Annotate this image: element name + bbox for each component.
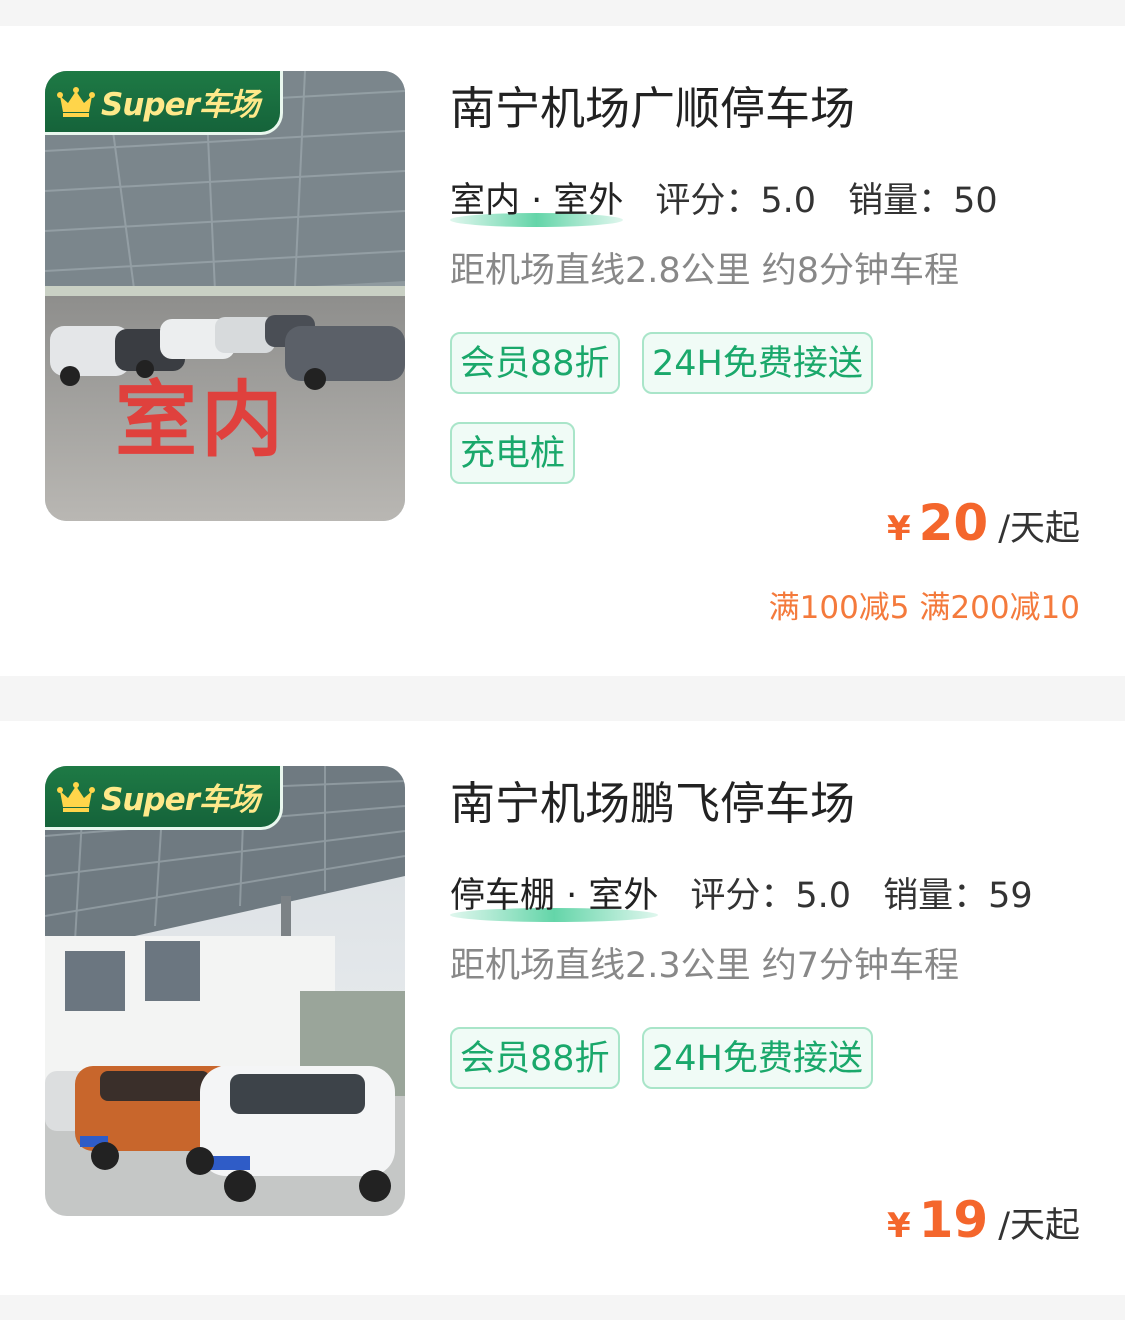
parking-type-label: 停车棚 · 室外	[450, 876, 659, 916]
parking-meta-row: 室内 · 室外 评分：5.0 销量：50	[450, 181, 1030, 227]
super-parking-badge-label: Super车场	[101, 782, 260, 818]
parking-photo[interactable]: Super车场	[45, 766, 405, 1216]
crown-icon	[57, 86, 95, 117]
promo-text: 满100减5 满200减10	[768, 590, 1080, 626]
parking-listing-card[interactable]: Super车场 南宁机场鹏飞停车场 停车棚 · 室外 评分：5.0 销量：59 …	[0, 721, 1125, 1295]
distance-info: 距机场直线2.3公里 约7分钟车程	[450, 946, 960, 986]
parking-name[interactable]: 南宁机场鹏飞停车场	[450, 781, 855, 826]
parking-type-label: 室内 · 室外	[450, 181, 624, 221]
currency-symbol: ¥	[886, 1206, 911, 1246]
rating: 评分：5.0	[655, 181, 817, 221]
super-parking-badge: Super车场	[45, 71, 283, 135]
parking-photo[interactable]: 室内 Super车场	[45, 71, 405, 521]
price-amount: 19	[918, 1191, 989, 1249]
sales-count: 销量：50	[848, 181, 998, 221]
parking-type: 室内 · 室外	[450, 181, 624, 227]
price: ¥ 19 /天起	[887, 1191, 1080, 1249]
tag-free-shuttle: 24H免费接送	[642, 1027, 873, 1089]
tag-member-discount: 会员88折	[450, 1027, 620, 1089]
tag-charging-pile: 充电桩	[450, 422, 576, 484]
crown-icon	[57, 781, 95, 812]
parking-listing-card[interactable]: 室内 Super车场 南宁机场广顺停车场 室内 · 室外 评分：5.0 销量：5…	[0, 26, 1125, 676]
super-parking-badge-label: Super车场	[101, 87, 260, 123]
sales-count: 销量：59	[883, 876, 1033, 916]
price-amount: 20	[918, 494, 989, 552]
price: ¥ 20 /天起	[887, 494, 1080, 552]
parking-meta-row: 停车棚 · 室外 评分：5.0 销量：59	[450, 876, 1065, 922]
photo-overlay-label: 室内	[115, 373, 288, 468]
super-parking-badge: Super车场	[45, 766, 283, 830]
parking-photo-image	[45, 766, 405, 1216]
rating: 评分：5.0	[690, 876, 852, 916]
price-unit: /天起	[998, 1206, 1080, 1246]
distance-info: 距机场直线2.8公里 约8分钟车程	[450, 251, 960, 291]
parking-type: 停车棚 · 室外	[450, 876, 659, 922]
parking-name[interactable]: 南宁机场广顺停车场	[450, 86, 855, 131]
tag-free-shuttle: 24H免费接送	[642, 332, 873, 394]
price-unit: /天起	[998, 509, 1080, 549]
currency-symbol: ¥	[886, 509, 911, 549]
tag-member-discount: 会员88折	[450, 332, 620, 394]
